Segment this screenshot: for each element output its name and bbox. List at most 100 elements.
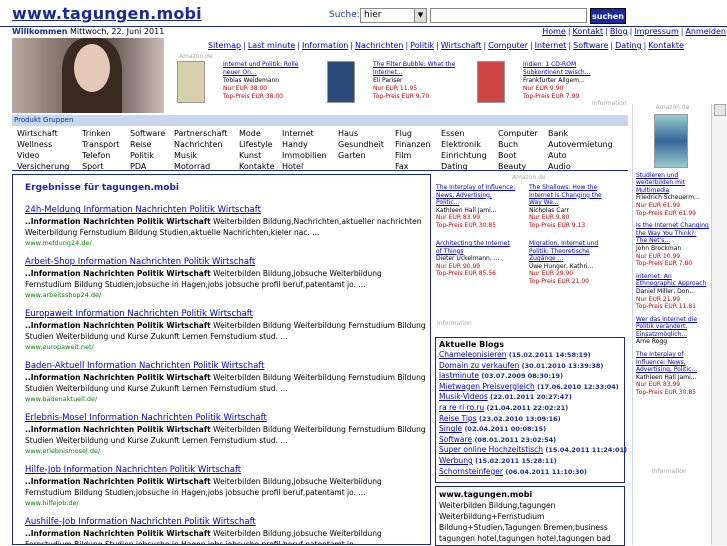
produkt-gruppe-link[interactable]: Software <box>130 128 165 139</box>
result-title[interactable]: Erlebnis-Mosel Information Nachrichten P… <box>25 413 430 424</box>
produkt-gruppe-link[interactable]: Kontakte <box>239 161 275 172</box>
product-title[interactable]: Wer das Internet die Politik verändert. … <box>636 316 709 339</box>
blog-name[interactable]: Reise Tips <box>439 414 477 423</box>
produkt-gruppe-link[interactable]: Handy <box>282 139 308 150</box>
produkt-gruppe-link[interactable]: Finanzen <box>395 139 430 150</box>
search-input[interactable] <box>430 8 587 23</box>
amazon-info[interactable]: Information <box>652 468 687 475</box>
produkt-gruppe-link[interactable]: Autovermietung <box>548 139 613 150</box>
topnav-item[interactable]: Impressum <box>634 27 678 36</box>
site-logo[interactable]: www.tagungen.mobi <box>12 4 202 23</box>
topnav-item[interactable]: Anmelden <box>685 27 726 36</box>
produkt-gruppe-link[interactable]: Wirtschaft <box>17 128 58 139</box>
result-title[interactable]: Europaweit Information Nachrichten Polit… <box>25 309 430 320</box>
blog-name[interactable]: ra re ri ro.ru <box>439 403 484 412</box>
category-nav-item[interactable]: Politik <box>410 41 434 50</box>
produkt-gruppe-link[interactable]: Reise <box>130 139 151 150</box>
produkt-gruppe-link[interactable]: Mode <box>239 128 261 139</box>
result-url[interactable]: www.erlebnismosel.de/ <box>25 446 430 456</box>
category-nav-item[interactable]: Computer <box>488 41 528 50</box>
topnav-item[interactable]: Kontakt <box>573 27 604 36</box>
produkt-gruppe-link[interactable]: Partnerschaft <box>174 128 227 139</box>
product-title[interactable]: Internet und Politik: Rolle neuer On... <box>223 61 313 77</box>
product-title[interactable]: The Interplay of Influence: News, Advert… <box>636 351 709 374</box>
amazon-info[interactable]: Information <box>437 320 472 327</box>
produkt-gruppe-link[interactable]: Video <box>17 150 39 161</box>
category-nav-item[interactable]: Last minute <box>248 41 295 50</box>
result-title[interactable]: Baden-Aktuell Information Nachrichten Po… <box>25 361 430 372</box>
book-cover[interactable] <box>654 113 688 168</box>
scroll-up-button[interactable] <box>714 104 726 116</box>
scrollbar[interactable] <box>711 104 727 545</box>
result-title[interactable]: Aushilfe-Job Information Nachrichten Pol… <box>25 517 430 528</box>
produkt-gruppe-link[interactable]: Computer <box>498 128 538 139</box>
produkt-gruppe-link[interactable]: Transport <box>82 139 120 150</box>
blog-name[interactable]: Musik-Videos <box>439 392 488 401</box>
produkt-gruppe-link[interactable]: Politik <box>130 150 154 161</box>
blog-name[interactable]: Chameleonisieren <box>439 350 507 359</box>
produkt-gruppe-link[interactable]: Trinken <box>82 128 111 139</box>
blog-name[interactable]: Domain zu verkaufen <box>439 361 519 370</box>
product-title[interactable]: Migration, Internet und Politik: Theoret… <box>529 240 609 263</box>
amazon-info[interactable]: Information <box>592 100 627 107</box>
produkt-gruppe-link[interactable]: Elektronik <box>441 139 481 150</box>
produkt-gruppe-link[interactable]: Flug <box>395 128 412 139</box>
product-title[interactable]: Is the Internet Changing the Way You Thi… <box>636 222 709 245</box>
produkt-gruppe-link[interactable]: Immobilien <box>282 150 327 161</box>
result-url[interactable]: www.europaweit.net/ <box>25 342 430 352</box>
produkt-gruppe-link[interactable]: Buch <box>498 139 518 150</box>
produkt-gruppe-link[interactable]: Lifestyle <box>239 139 273 150</box>
category-nav-item[interactable]: Nachrichten <box>355 41 403 50</box>
chevron-down-icon[interactable]: ▼ <box>414 9 426 22</box>
produkt-gruppe-link[interactable]: Wellness <box>17 139 52 150</box>
search-scope-select[interactable]: hier ▼ <box>360 8 427 23</box>
produkt-gruppe-link[interactable]: Internet <box>282 128 314 139</box>
result-url[interactable]: www.meldung24.de/ <box>25 238 430 248</box>
produkt-gruppe-link[interactable]: Boot <box>498 150 516 161</box>
blog-name[interactable]: Software <box>439 435 472 444</box>
produkt-gruppe-link[interactable]: Telefon <box>82 150 110 161</box>
produkt-gruppe-link[interactable]: Hotel <box>282 161 303 172</box>
blog-name[interactable]: Single <box>439 424 462 433</box>
category-nav-item[interactable]: Wirtschaft <box>441 41 482 50</box>
produkt-gruppe-link[interactable]: Film <box>395 150 411 161</box>
produkt-gruppe-link[interactable]: Audio <box>548 161 571 172</box>
produkt-gruppe-link[interactable]: Sport <box>82 161 103 172</box>
blog-name[interactable]: Super online Hochzeitstisch <box>439 445 543 454</box>
product-title[interactable]: The Filter Bubble: What the Internet... <box>373 61 463 77</box>
product-title[interactable]: Indien. 1 CD-ROM Subkontinent zwisch... <box>523 61 613 77</box>
result-title[interactable]: 24h-Meldung Information Nachrichten Poli… <box>25 205 430 216</box>
result-url[interactable]: www.hilfejob.de/ <box>25 498 430 508</box>
produkt-gruppe-link[interactable]: Musik <box>174 150 197 161</box>
produkt-gruppe-link[interactable]: Motorrad <box>174 161 210 172</box>
produkt-gruppe-link[interactable]: PDA <box>130 161 146 172</box>
product-title[interactable]: The Shallows: How the Internet is Changi… <box>529 184 609 207</box>
blog-name[interactable]: Werbung <box>439 456 473 465</box>
product-title[interactable]: Studieren und weiterbilden mit Multimedi… <box>636 172 709 195</box>
category-nav-item[interactable]: Internet <box>535 41 567 50</box>
produkt-gruppe-link[interactable]: Versicherung <box>17 161 69 172</box>
topnav-item[interactable]: Blog <box>610 27 628 36</box>
category-nav-item[interactable]: Kontakte <box>648 41 684 50</box>
produkt-gruppe-link[interactable]: Gesundheit <box>338 139 384 150</box>
product-title[interactable]: Internet: An Ethnographic Approach <box>636 273 709 288</box>
category-nav-item[interactable]: Information <box>302 41 348 50</box>
blog-name[interactable]: Schornsteinfeger <box>439 467 503 476</box>
produkt-gruppe-link[interactable]: Nachrichten <box>174 139 222 150</box>
produkt-gruppe-link[interactable]: Essen <box>441 128 464 139</box>
category-nav-item[interactable]: Software <box>573 41 608 50</box>
produkt-gruppe-link[interactable]: Haus <box>338 128 358 139</box>
result-url[interactable]: www.arbeitsshop24.de/ <box>25 290 430 300</box>
book-cover[interactable] <box>327 61 355 103</box>
blog-name[interactable]: Mietwagen Preisvergleich <box>439 382 535 391</box>
book-cover[interactable] <box>477 61 505 103</box>
produkt-gruppe-link[interactable]: Fax <box>395 161 409 172</box>
search-button[interactable]: suchen <box>590 8 626 24</box>
produkt-gruppe-link[interactable]: Auto <box>548 150 567 161</box>
blog-name[interactable]: lastminute <box>439 371 479 380</box>
produkt-gruppe-link[interactable]: Dating <box>441 161 468 172</box>
produkt-gruppe-link[interactable]: Beauty <box>498 161 526 172</box>
result-url[interactable]: www.badenaktuell.de/ <box>25 394 430 404</box>
produkt-gruppe-link[interactable]: Garten <box>338 150 366 161</box>
result-title[interactable]: Arbeit-Shop Information Nachrichten Poli… <box>25 257 430 268</box>
